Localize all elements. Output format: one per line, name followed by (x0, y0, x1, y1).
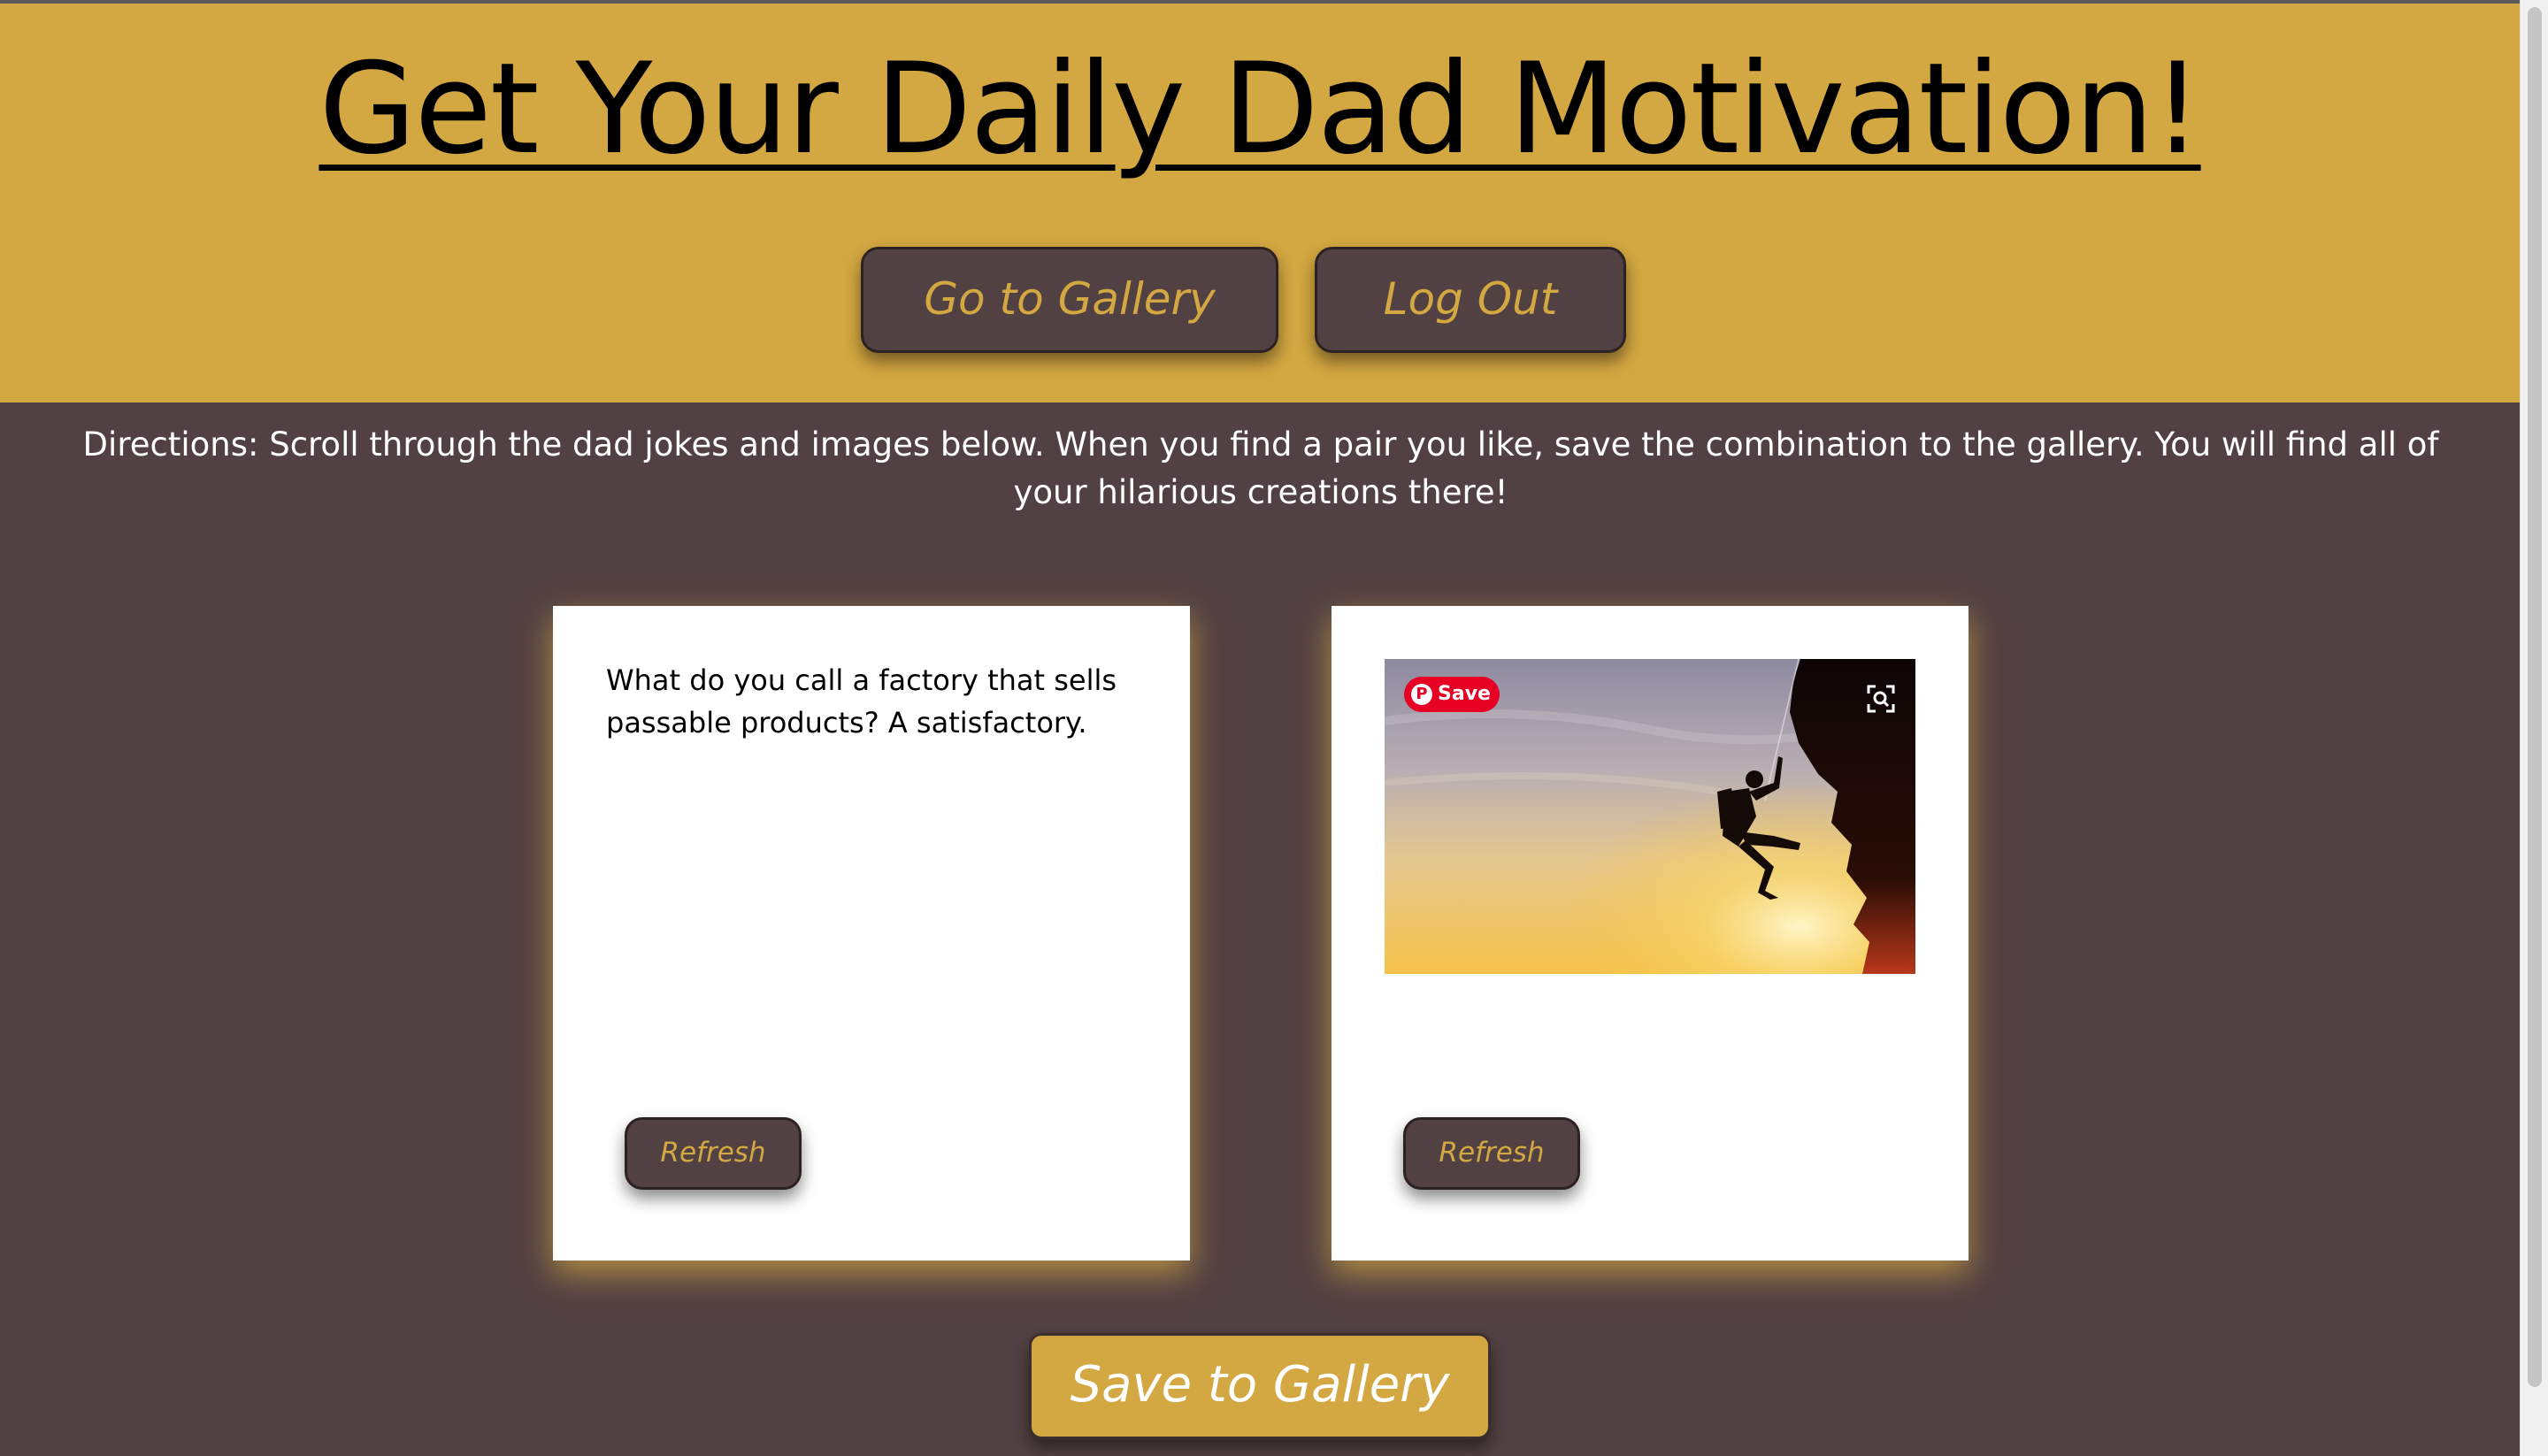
joke-text: What do you call a factory that sells pa… (606, 663, 1117, 739)
image-card: P Save Refresh (1332, 606, 1969, 1261)
pin-save-label: Save (1438, 683, 1491, 705)
go-to-gallery-button[interactable]: Go to Gallery (861, 247, 1278, 353)
page-header: Get Your Daily Dad Motivation! Go to Gal… (0, 4, 2520, 402)
refresh-joke-button[interactable]: Refresh (625, 1117, 802, 1190)
vertical-scrollbar[interactable] (2520, 0, 2548, 1456)
log-out-button[interactable]: Log Out (1315, 247, 1626, 353)
directions-text: Directions: Scroll through the dad jokes… (82, 425, 2439, 511)
refresh-image-button[interactable]: Refresh (1403, 1117, 1580, 1190)
save-to-gallery-button[interactable]: Save to Gallery (1029, 1333, 1491, 1439)
page-title: Get Your Daily Dad Motivation! (318, 36, 2202, 182)
pinterest-icon: P (1411, 684, 1432, 705)
browser-viewport: Get Your Daily Dad Motivation! Go to Gal… (0, 0, 2548, 1456)
pinterest-save-button[interactable]: P Save (1404, 677, 1500, 712)
visual-search-icon[interactable] (1866, 684, 1896, 714)
joke-card: What do you call a factory that sells pa… (553, 606, 1190, 1261)
climber-photo: P Save (1385, 659, 1915, 974)
scrollbar-thumb[interactable] (2528, 7, 2542, 1387)
